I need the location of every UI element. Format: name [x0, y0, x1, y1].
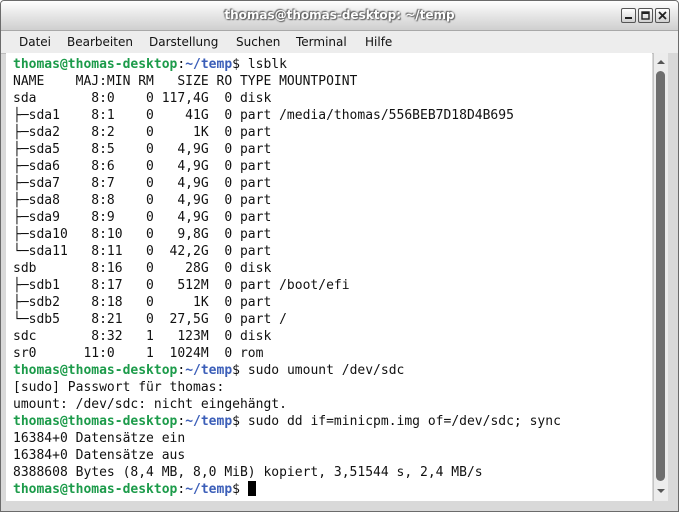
- window-border-bottom: [1, 501, 678, 511]
- terminal-lines: thomas@thomas-desktop:~/temp$ lsblk NAME …: [13, 56, 561, 498]
- output-line: umount: /dev/sdc: nicht eingehängt.: [13, 397, 287, 412]
- output-line: ├─sda7 8:7 0 4,9G 0 part: [13, 176, 272, 191]
- output-line: ├─sda10 8:10 0 9,8G 0 part: [13, 227, 272, 242]
- output-line: sda 8:0 0 117,4G 0 disk: [13, 91, 272, 106]
- text-cursor: [247, 481, 256, 496]
- menu-bearbeiten[interactable]: Bearbeiten: [67, 35, 133, 49]
- scrollbar-thumb[interactable]: [656, 71, 665, 481]
- output-line: └─sdb5 8:21 0 27,5G 0 part /: [13, 312, 287, 327]
- prompt-user: thomas@thomas-desktop: [13, 363, 178, 378]
- output-line: ├─sda2 8:2 0 1K 0 part: [13, 125, 272, 140]
- scroll-down-icon[interactable]: [655, 485, 667, 497]
- close-button[interactable]: [655, 8, 670, 23]
- vertical-scrollbar[interactable]: [653, 53, 668, 501]
- prompt-line: thomas@thomas-desktop:~/temp$ sudo dd if…: [13, 413, 561, 430]
- prompt-symbol: $: [232, 482, 240, 497]
- output-line: └─sda11 8:11 0 42,2G 0 part: [13, 244, 272, 259]
- output-line: 16384+0 Datensätze aus: [13, 448, 186, 463]
- terminal-output[interactable]: thomas@thomas-desktop:~/temp$ lsblk NAME …: [6, 53, 652, 501]
- prompt-path: ~/temp: [185, 57, 233, 72]
- command-text: [240, 482, 248, 497]
- window-border-right: [668, 53, 678, 501]
- prompt-symbol: $: [232, 57, 240, 72]
- window-controls: [621, 8, 670, 23]
- output-line: 16384+0 Datensätze ein: [13, 431, 186, 446]
- output-line: [sudo] Passwort für thomas:: [13, 380, 225, 395]
- menu-darstellung[interactable]: Darstellung: [149, 35, 218, 49]
- output-line: sdc 8:32 1 123M 0 disk: [13, 329, 272, 344]
- close-icon: [658, 11, 667, 20]
- menu-suchen[interactable]: Suchen: [236, 35, 280, 49]
- prompt-symbol: $: [232, 363, 240, 378]
- output-line: sdb 8:16 0 28G 0 disk: [13, 261, 272, 276]
- window-title: thomas@thomas-desktop: ~/temp: [224, 8, 455, 22]
- output-line: ├─sda6 8:6 0 4,9G 0 part: [13, 159, 272, 174]
- minimize-icon: [625, 17, 632, 19]
- prompt-user: thomas@thomas-desktop: [13, 414, 178, 429]
- maximize-icon: [641, 11, 650, 20]
- prompt-user: thomas@thomas-desktop: [13, 482, 178, 497]
- command-text: lsblk: [240, 57, 287, 72]
- output-line: NAME MAJ:MIN RM SIZE RO TYPE MOUNTPOINT: [13, 74, 358, 89]
- prompt-path: ~/temp: [185, 363, 233, 378]
- prompt-user: thomas@thomas-desktop: [13, 57, 178, 72]
- menu-bar: Datei Bearbeiten Darstellung Suchen Term…: [1, 31, 678, 54]
- prompt-line: thomas@thomas-desktop:~/temp$ sudo umoun…: [13, 362, 561, 379]
- scroll-up-icon[interactable]: [655, 56, 667, 68]
- menu-datei[interactable]: Datei: [19, 35, 51, 49]
- command-text: sudo umount /dev/sdc: [240, 363, 405, 378]
- output-line: sr0 11:0 1 1024M 0 rom: [13, 346, 264, 361]
- prompt-path: ~/temp: [185, 414, 233, 429]
- output-line: 8388608 Bytes (8,4 MB, 8,0 MiB) kopiert,…: [13, 465, 483, 480]
- menu-hilfe[interactable]: Hilfe: [365, 35, 392, 49]
- output-line: ├─sda1 8:1 0 41G 0 part /media/thomas/55…: [13, 108, 514, 123]
- prompt-line: thomas@thomas-desktop:~/temp$: [13, 481, 561, 498]
- output-line: ├─sda5 8:5 0 4,9G 0 part: [13, 142, 272, 157]
- maximize-button[interactable]: [638, 8, 653, 23]
- title-bar[interactable]: thomas@thomas-desktop: ~/temp: [1, 1, 678, 31]
- terminal-window: thomas@thomas-desktop: ~/temp Datei Bear…: [0, 0, 679, 512]
- menu-terminal[interactable]: Terminal: [296, 35, 347, 49]
- command-text: sudo dd if=minicpm.img of=/dev/sdc; sync: [240, 414, 561, 429]
- output-line: ├─sda8 8:8 0 4,9G 0 part: [13, 193, 272, 208]
- prompt-path: ~/temp: [185, 482, 233, 497]
- minimize-button[interactable]: [621, 8, 636, 23]
- prompt-line: thomas@thomas-desktop:~/temp$ lsblk: [13, 56, 561, 73]
- output-line: ├─sdb2 8:18 0 1K 0 part: [13, 295, 272, 310]
- prompt-symbol: $: [232, 414, 240, 429]
- output-line: ├─sda9 8:9 0 4,9G 0 part: [13, 210, 272, 225]
- output-line: ├─sdb1 8:17 0 512M 0 part /boot/efi: [13, 278, 350, 293]
